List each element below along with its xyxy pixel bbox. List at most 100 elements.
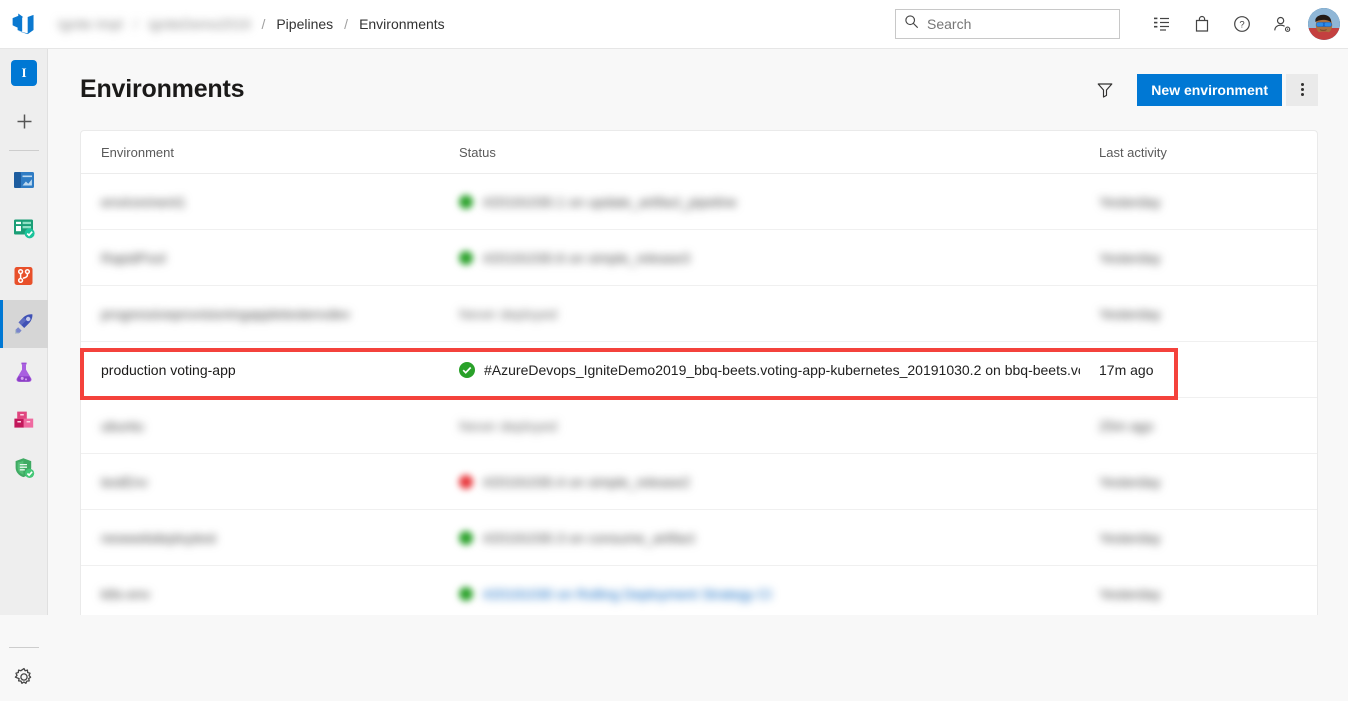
status-success-icon xyxy=(459,361,475,378)
overview-icon xyxy=(14,172,34,188)
top-header-bar: Ignite Impl / igniteDemo2019 / Pipelines… xyxy=(0,0,1348,49)
sidebar-item-new[interactable] xyxy=(0,97,48,145)
cell-last-activity: Yesterday xyxy=(1099,474,1317,490)
sidebar-item-repos[interactable] xyxy=(0,252,48,300)
more-options-button[interactable] xyxy=(1286,73,1318,106)
repos-icon xyxy=(14,267,33,285)
cell-environment-name[interactable]: RapidPool xyxy=(101,250,459,266)
search-icon xyxy=(904,14,919,34)
cell-status: #20191030.4 on simple_release2 xyxy=(459,474,1099,490)
azure-devops-logo[interactable] xyxy=(0,0,48,48)
environment-name: newwebdeploytest xyxy=(101,529,217,546)
breadcrumb-item-organization[interactable]: Ignite Impl xyxy=(54,16,127,32)
left-navigation-rail: I xyxy=(0,49,48,684)
last-activity-text: Yesterday xyxy=(1099,529,1161,546)
cell-environment-name[interactable]: environment1 xyxy=(101,194,459,210)
cell-last-activity: Yesterday xyxy=(1099,250,1317,266)
table-row[interactable]: progressiveprovisioningappletestenvdev Ne… xyxy=(81,286,1317,342)
sidebar-item-overview[interactable] xyxy=(0,156,48,204)
table-row[interactable]: RapidPool #20191030.6 on simple_release3 Y… xyxy=(81,230,1317,286)
sidebar-item-project-avatar[interactable]: I xyxy=(0,49,48,97)
status-success-icon xyxy=(459,250,473,265)
user-settings-icon[interactable] xyxy=(1262,4,1302,44)
table-row[interactable]: production voting-app #AzureDevops_Ignite… xyxy=(81,342,1317,398)
last-activity-text: Yesterday xyxy=(1099,473,1161,490)
status-text: #20191030.6 on simple_release3 xyxy=(483,249,691,266)
status-failed-icon xyxy=(459,474,473,489)
cell-last-activity: 25m ago xyxy=(1099,418,1317,434)
page-actions: New environment xyxy=(1089,73,1318,106)
environment-name: RapidPool xyxy=(101,249,166,266)
status-text: #20191030.4 on simple_release2 xyxy=(483,473,691,490)
sidebar-item-test-plans[interactable] xyxy=(0,348,48,396)
cell-status: #20191030.1 on update_artifact_pipeline xyxy=(459,194,1099,210)
more-vertical-icon xyxy=(1300,83,1304,96)
table-header-row: Environment Status Last activity xyxy=(81,131,1317,174)
shield-icon xyxy=(15,458,35,478)
gear-icon xyxy=(14,667,32,684)
sidebar-item-project-settings[interactable] xyxy=(0,653,48,701)
cell-last-activity: Yesterday xyxy=(1099,306,1317,322)
cell-status: #20191030 on Rolling Deployment Strategy… xyxy=(459,586,1099,602)
table-row[interactable]: k8s-env #20191030 on Rolling Deployment S… xyxy=(81,566,1317,615)
new-environment-button[interactable]: New environment xyxy=(1137,73,1282,106)
artifacts-icon xyxy=(14,411,34,428)
work-items-icon[interactable] xyxy=(1142,4,1182,44)
project-initial: I xyxy=(11,60,37,86)
cell-last-activity: Yesterday xyxy=(1099,530,1317,546)
cell-environment-name[interactable]: production voting-app xyxy=(101,362,459,378)
environments-page: Environments New environment Environment… xyxy=(48,49,1348,615)
status-text[interactable]: #20191030 on Rolling Deployment Strategy… xyxy=(483,586,772,602)
environment-name: k8s-env xyxy=(101,585,151,602)
cell-status: #AzureDevops_IgniteDemo2019_bbq-beets.vo… xyxy=(459,361,1099,378)
cell-status: Never deployed xyxy=(459,306,1099,322)
boards-icon xyxy=(14,219,35,239)
search-input[interactable]: Search xyxy=(895,9,1120,39)
breadcrumb: Ignite Impl / igniteDemo2019 / Pipelines… xyxy=(54,0,449,48)
breadcrumb-item-project[interactable]: igniteDemo2019 xyxy=(144,16,254,32)
cell-environment-name[interactable]: newwebdeploytest xyxy=(101,530,459,546)
table-row[interactable]: environment1 #20191030.1 on update_artifa… xyxy=(81,174,1317,230)
status-text: Never deployed xyxy=(459,305,558,322)
last-activity-text: 25m ago xyxy=(1099,417,1154,434)
table-row[interactable]: ubuntu Never deployed 25m ago xyxy=(81,398,1317,454)
column-header-status: Status xyxy=(459,144,496,160)
cell-environment-name[interactable]: progressiveprovisioningappletestenvdev xyxy=(101,306,459,322)
environment-name: production voting-app xyxy=(101,361,236,378)
rail-spacer xyxy=(0,492,47,642)
cell-environment-name[interactable]: k8s-env xyxy=(101,586,459,602)
sidebar-item-artifacts[interactable] xyxy=(0,396,48,444)
filter-button[interactable] xyxy=(1089,74,1121,106)
cell-environment-name[interactable]: ubuntu xyxy=(101,418,459,434)
status-text: #20191030.3 on consume_artifact xyxy=(483,529,695,546)
marketplace-bag-icon[interactable] xyxy=(1182,4,1222,44)
status-success-icon xyxy=(459,530,473,545)
status-success-icon xyxy=(459,586,473,601)
environment-name: environment1 xyxy=(101,193,186,210)
breadcrumb-item-environments[interactable]: Environments xyxy=(355,16,449,32)
last-activity-text: Yesterday xyxy=(1099,585,1161,602)
svg-text:?: ? xyxy=(1239,20,1244,31)
environments-table: Environment Status Last activity environ… xyxy=(80,130,1318,615)
rail-divider xyxy=(8,150,39,151)
environment-name: ubuntu xyxy=(101,417,144,434)
environment-name: testEnv xyxy=(101,473,148,490)
table-body: environment1 #20191030.1 on update_artifa… xyxy=(81,174,1317,615)
avatar[interactable] xyxy=(1308,8,1340,40)
cell-status: #20191030.6 on simple_release3 xyxy=(459,250,1099,266)
breadcrumb-separator: / xyxy=(261,16,266,32)
column-header-last-activity: Last activity xyxy=(1099,144,1167,160)
sidebar-item-pipelines[interactable] xyxy=(0,300,48,348)
last-activity-text: Yesterday xyxy=(1099,305,1161,322)
cell-last-activity: 17m ago xyxy=(1099,362,1317,378)
column-header-environment: Environment xyxy=(101,144,174,160)
sidebar-item-security[interactable] xyxy=(0,444,48,492)
status-text: #20191030.1 on update_artifact_pipeline xyxy=(483,193,737,210)
sidebar-item-boards[interactable] xyxy=(0,204,48,252)
help-icon[interactable]: ? xyxy=(1222,4,1262,44)
table-row[interactable]: newwebdeploytest #20191030.3 on consume_a… xyxy=(81,510,1317,566)
cell-last-activity: Yesterday xyxy=(1099,586,1317,602)
cell-environment-name[interactable]: testEnv xyxy=(101,474,459,490)
table-row[interactable]: testEnv #20191030.4 on simple_release2 Yes… xyxy=(81,454,1317,510)
breadcrumb-item-pipelines[interactable]: Pipelines xyxy=(272,16,337,32)
